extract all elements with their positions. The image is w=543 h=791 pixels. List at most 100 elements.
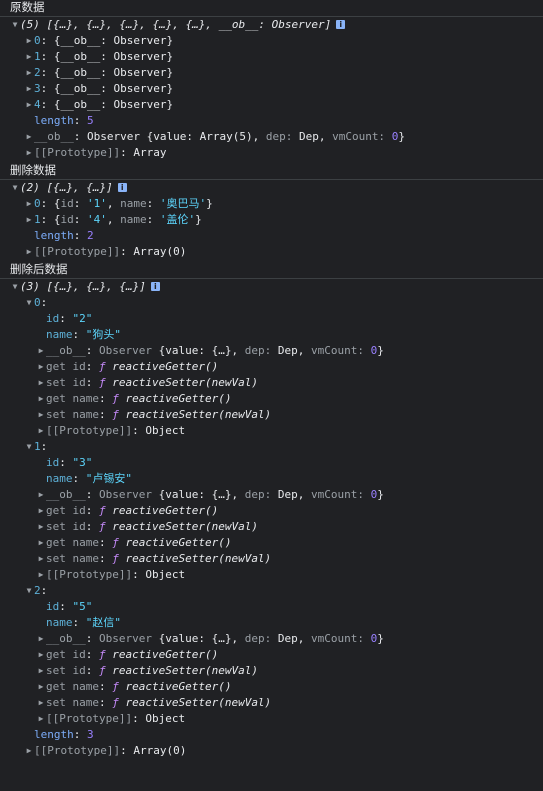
id-key: id xyxy=(46,600,60,613)
object-index: 1 xyxy=(34,440,41,453)
accessor-fn: reactiveSetter(newVal) xyxy=(125,408,272,421)
collapsed-triangle-icon[interactable]: ▶ xyxy=(36,647,46,663)
item-preview: {__ob__: Observer} xyxy=(53,98,174,111)
array-summary-row[interactable]: ▼ (3) [{…}, {…}, {…}] i xyxy=(0,279,543,295)
array-item-row[interactable]: ▶ 3: {__ob__: Observer} xyxy=(0,81,543,97)
object-header-row[interactable]: ▼ 0: xyxy=(0,295,543,311)
accessor-row[interactable]: ▶ set id: ƒ reactiveSetter(newVal) xyxy=(0,375,543,391)
item-index: 2 xyxy=(34,66,41,79)
function-icon: ƒ xyxy=(99,360,106,373)
object-header-row[interactable]: ▼ 2: xyxy=(0,583,543,599)
accessor-fn: reactiveGetter() xyxy=(112,504,219,517)
array-item-row[interactable]: ▶ 4: {__ob__: Observer} xyxy=(0,97,543,113)
expanded-triangle-icon[interactable]: ▼ xyxy=(10,279,20,295)
accessor-key: set name xyxy=(46,408,99,421)
accessor-fn: reactiveSetter(newVal) xyxy=(125,696,272,709)
ob-row[interactable]: ▶ __ob__: Observer {value: {…}, dep: Dep,… xyxy=(0,343,543,359)
expanded-triangle-icon[interactable]: ▼ xyxy=(24,439,34,455)
collapsed-triangle-icon[interactable]: ▶ xyxy=(36,391,46,407)
length-row: length: 3 xyxy=(34,728,94,741)
info-icon[interactable]: i xyxy=(117,182,127,192)
name-value: "赵信" xyxy=(85,616,121,629)
id-value: '1' xyxy=(87,197,107,210)
accessor-row[interactable]: ▶ get id: ƒ reactiveGetter() xyxy=(0,503,543,519)
info-icon[interactable]: i xyxy=(336,19,346,29)
collapsed-triangle-icon[interactable]: ▶ xyxy=(36,535,46,551)
collapsed-triangle-icon[interactable]: ▶ xyxy=(24,145,34,161)
info-icon[interactable]: i xyxy=(150,281,160,291)
collapsed-triangle-icon[interactable]: ▶ xyxy=(24,49,34,65)
object-prototype-row[interactable]: ▶ [[Prototype]]: Object xyxy=(0,711,543,727)
collapsed-triangle-icon[interactable]: ▶ xyxy=(36,663,46,679)
collapsed-triangle-icon[interactable]: ▶ xyxy=(24,129,34,145)
accessor-row[interactable]: ▶ set id: ƒ reactiveSetter(newVal) xyxy=(0,663,543,679)
collapsed-triangle-icon[interactable]: ▶ xyxy=(36,407,46,423)
collapsed-triangle-icon[interactable]: ▶ xyxy=(24,65,34,81)
name-row: name: "赵信" xyxy=(46,616,121,629)
log-label-deleted: 删除数据 xyxy=(0,163,543,180)
array-item-row[interactable]: ▶ 2: {__ob__: Observer} xyxy=(0,65,543,81)
ob-row[interactable]: ▶ __ob__: Observer {value: {…}, dep: Dep,… xyxy=(0,487,543,503)
ob-row[interactable]: ▶ __ob__: Observer {value: {…}, dep: Dep,… xyxy=(0,631,543,647)
collapsed-triangle-icon[interactable]: ▶ xyxy=(36,567,46,583)
accessor-row[interactable]: ▶ get name: ƒ reactiveGetter() xyxy=(0,391,543,407)
ob-key: __ob__ xyxy=(34,130,74,143)
array-summary-row[interactable]: ▼ (2) [{…}, {…}] i xyxy=(0,180,543,196)
object-header-row[interactable]: ▼ 1: xyxy=(0,439,543,455)
array-item-row[interactable]: ▶ 0: {__ob__: Observer} xyxy=(0,33,543,49)
prototype-row[interactable]: ▶ [[Prototype]]: Array(0) xyxy=(0,244,543,260)
prototype-row[interactable]: ▶ [[Prototype]]: Array xyxy=(0,145,543,161)
item-preview: {__ob__: Observer} xyxy=(53,50,174,63)
accessor-row[interactable]: ▶ get name: ƒ reactiveGetter() xyxy=(0,679,543,695)
ob-key: __ob__ xyxy=(46,488,86,501)
collapsed-triangle-icon[interactable]: ▶ xyxy=(36,551,46,567)
collapsed-triangle-icon[interactable]: ▶ xyxy=(36,343,46,359)
accessor-row[interactable]: ▶ get name: ƒ reactiveGetter() xyxy=(0,535,543,551)
collapsed-triangle-icon[interactable]: ▶ xyxy=(36,423,46,439)
collapsed-triangle-icon[interactable]: ▶ xyxy=(24,743,34,759)
array-item-row[interactable]: ▶ 1: {id: '4', name: '盖伦'} xyxy=(0,212,543,228)
collapsed-triangle-icon[interactable]: ▶ xyxy=(36,487,46,503)
accessor-key: set name xyxy=(46,552,99,565)
item-preview: {__ob__: Observer} xyxy=(53,66,174,79)
expanded-triangle-icon[interactable]: ▼ xyxy=(24,583,34,599)
name-key: name xyxy=(46,472,73,485)
collapsed-triangle-icon[interactable]: ▶ xyxy=(24,196,34,212)
accessor-key: get name xyxy=(46,536,99,549)
array-summary-row[interactable]: ▼ (5) [{…}, {…}, {…}, {…}, {…}, __ob__: O… xyxy=(0,17,543,33)
accessor-row[interactable]: ▶ set name: ƒ reactiveSetter(newVal) xyxy=(0,695,543,711)
collapsed-triangle-icon[interactable]: ▶ xyxy=(24,212,34,228)
collapsed-triangle-icon[interactable]: ▶ xyxy=(24,97,34,113)
item-index: 1 xyxy=(34,213,41,226)
accessor-row[interactable]: ▶ set id: ƒ reactiveSetter(newVal) xyxy=(0,519,543,535)
id-value: "2" xyxy=(72,312,93,325)
collapsed-triangle-icon[interactable]: ▶ xyxy=(36,631,46,647)
collapsed-triangle-icon[interactable]: ▶ xyxy=(36,711,46,727)
object-prototype-row[interactable]: ▶ [[Prototype]]: Object xyxy=(0,567,543,583)
ob-row[interactable]: ▶ __ob__: Observer {value: Array(5), dep:… xyxy=(0,129,543,145)
object-prototype-row[interactable]: ▶ [[Prototype]]: Object xyxy=(0,423,543,439)
collapsed-triangle-icon[interactable]: ▶ xyxy=(24,33,34,49)
object-index: 0 xyxy=(34,296,41,309)
collapsed-triangle-icon[interactable]: ▶ xyxy=(36,695,46,711)
array-item-row[interactable]: ▶ 0: {id: '1', name: '奥巴马'} xyxy=(0,196,543,212)
accessor-row[interactable]: ▶ get id: ƒ reactiveGetter() xyxy=(0,359,543,375)
accessor-row[interactable]: ▶ set name: ƒ reactiveSetter(newVal) xyxy=(0,407,543,423)
function-icon: ƒ xyxy=(112,536,119,549)
collapsed-triangle-icon[interactable]: ▶ xyxy=(36,359,46,375)
collapsed-triangle-icon[interactable]: ▶ xyxy=(36,679,46,695)
collapsed-triangle-icon[interactable]: ▶ xyxy=(36,375,46,391)
expanded-triangle-icon[interactable]: ▼ xyxy=(10,180,20,196)
prototype-row[interactable]: ▶ [[Prototype]]: Array(0) xyxy=(0,743,543,759)
expanded-triangle-icon[interactable]: ▼ xyxy=(10,17,20,33)
collapsed-triangle-icon[interactable]: ▶ xyxy=(24,244,34,260)
collapsed-triangle-icon[interactable]: ▶ xyxy=(24,81,34,97)
accessor-row[interactable]: ▶ get id: ƒ reactiveGetter() xyxy=(0,647,543,663)
accessor-key: get id xyxy=(46,360,86,373)
collapsed-triangle-icon[interactable]: ▶ xyxy=(36,503,46,519)
accessor-row[interactable]: ▶ set name: ƒ reactiveSetter(newVal) xyxy=(0,551,543,567)
array-item-row[interactable]: ▶ 1: {__ob__: Observer} xyxy=(0,49,543,65)
collapsed-triangle-icon[interactable]: ▶ xyxy=(36,519,46,535)
name-key: name xyxy=(46,616,73,629)
expanded-triangle-icon[interactable]: ▼ xyxy=(24,295,34,311)
